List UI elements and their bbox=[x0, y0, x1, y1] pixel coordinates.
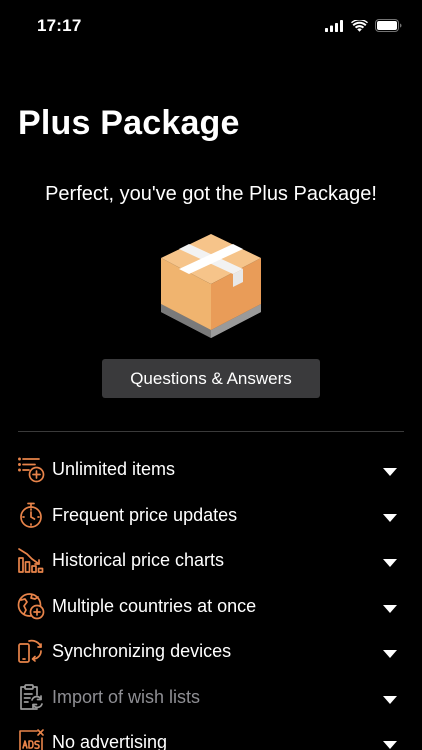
package-status-message: Perfect, you've got the Plus Package! bbox=[45, 183, 377, 205]
feature-list: Unlimited items Frequent price updates H… bbox=[0, 447, 422, 750]
chevron-down-icon[interactable] bbox=[383, 559, 397, 567]
status-bar: 17:17 bbox=[0, 0, 422, 54]
list-plus-icon bbox=[17, 455, 45, 483]
clipboard-sync-icon bbox=[17, 683, 45, 711]
feature-row-import-wish-lists[interactable]: Import of wish lists bbox=[0, 675, 422, 721]
feature-row-synchronizing-devices[interactable]: Synchronizing devices bbox=[0, 629, 422, 675]
chevron-down-icon[interactable] bbox=[383, 604, 397, 613]
feature-label: Frequent price updates bbox=[52, 504, 238, 525]
questions-answers-button[interactable]: Questions & Answers bbox=[102, 359, 320, 398]
feature-row-frequent-price-updates[interactable]: Frequent price updates bbox=[0, 493, 422, 539]
chevron-down-icon[interactable] bbox=[383, 741, 397, 749]
feature-label: No advertising bbox=[52, 732, 168, 750]
feature-label: Historical price charts bbox=[52, 550, 225, 570]
page-title: Plus Package bbox=[18, 104, 240, 142]
feature-label: Import of wish lists bbox=[52, 686, 201, 707]
feature-label: Multiple countries at once bbox=[52, 595, 257, 616]
chevron-down-icon[interactable] bbox=[383, 468, 397, 476]
cellular-signal-icon bbox=[325, 19, 343, 32]
feature-row-unlimited-items[interactable]: Unlimited items bbox=[0, 447, 422, 493]
wifi-icon bbox=[351, 19, 368, 32]
feature-label: Synchronizing devices bbox=[52, 641, 232, 661]
feature-label: Unlimited items bbox=[52, 459, 176, 479]
feature-row-multiple-countries[interactable]: Multiple countries at once bbox=[0, 584, 422, 630]
divider bbox=[18, 431, 404, 432]
stopwatch-icon bbox=[17, 501, 45, 529]
globe-plus-icon bbox=[17, 592, 45, 620]
package-box-icon bbox=[161, 234, 261, 338]
status-time: 17:17 bbox=[37, 16, 82, 35]
status-icons bbox=[325, 19, 402, 32]
chevron-down-icon[interactable] bbox=[383, 650, 397, 658]
battery-icon bbox=[375, 19, 402, 32]
chevron-down-icon[interactable] bbox=[383, 513, 397, 522]
plus-package-screen: 17:17 Plus Package Perfect, you've got t… bbox=[0, 0, 422, 750]
feature-row-no-advertising[interactable]: No advertising bbox=[0, 720, 422, 750]
device-sync-icon bbox=[17, 637, 45, 665]
feature-row-historical-price-charts[interactable]: Historical price charts bbox=[0, 538, 422, 584]
chevron-down-icon[interactable] bbox=[383, 695, 397, 704]
bar-chart-trend-icon bbox=[17, 546, 45, 574]
no-ads-icon bbox=[17, 728, 45, 750]
